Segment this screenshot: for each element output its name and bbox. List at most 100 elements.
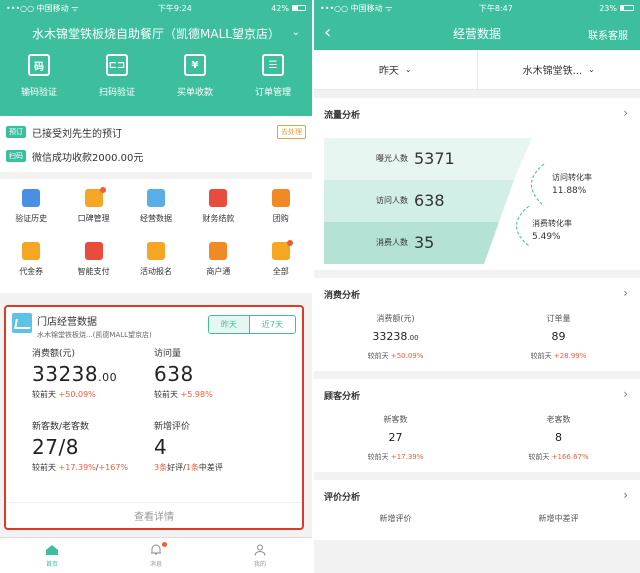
conversion-arc-visit [531, 163, 545, 207]
store-selector[interactable]: 水木锦堂铁板烧自助餐厅（凯德MALL望京店） ⌄ [0, 16, 312, 50]
feature-item[interactable]: 活动报名 [125, 238, 187, 291]
feature-item[interactable]: 智能支付 [62, 238, 124, 291]
segment-yesterday[interactable]: 昨天 [208, 316, 249, 333]
business-data-screen: •••○○ 中国移动 ᯤ 下午8:47 23% ‹ 经营数据 联系客服 昨天 ⌄ … [314, 0, 640, 573]
metric-label: 新增评价 [379, 514, 412, 523]
quick-action-collect-payment[interactable]: ¥ 买单收款 [156, 54, 234, 104]
funnel-label: 访问人数 [376, 195, 408, 205]
conversion-consume: 消费转化率 5.49% [532, 218, 572, 242]
notice-list: 预订 已接受刘先生的预订 去处理 扫码 微信成功收款2000.00元 [0, 116, 312, 172]
feature-label: 商户通 [206, 267, 231, 276]
chart-logo-icon [12, 313, 32, 333]
filter-bar: 昨天 ⌄ 水木锦堂铁... ⌄ [314, 50, 640, 90]
quick-action-label: 订单管理 [254, 88, 291, 98]
chevron-down-icon: ⌄ [404, 65, 412, 74]
user-icon [254, 544, 266, 556]
tab-messages[interactable]: 消息 [104, 538, 208, 573]
quick-action-label: 扫码验证 [98, 88, 135, 98]
scan-icon: ⊏⊐ [106, 54, 128, 76]
back-arrow-icon[interactable]: ‹ [324, 22, 331, 43]
feature-icon [84, 187, 106, 207]
conversion-label: 访问转化率 [552, 173, 592, 182]
review-section[interactable]: 评价分析 › 新增评价 新增中差评 [314, 480, 640, 540]
feature-item[interactable]: 商户通 [187, 238, 249, 291]
feature-label: 代金券 [19, 267, 44, 276]
feature-label: 经营数据 [139, 214, 172, 223]
metric-value: 638 [154, 362, 194, 386]
feature-icon [146, 189, 165, 207]
battery-icon [619, 5, 634, 11]
feature-item[interactable]: 经营数据 [125, 185, 187, 238]
card-title: 门店经营数据 [37, 317, 97, 328]
code-icon: 码 [28, 54, 50, 76]
tab-label: 首页 [45, 560, 58, 568]
handle-button[interactable]: 去处理 [277, 125, 306, 139]
consumption-section[interactable]: 消费分析 › 消费额(元) 33238.00 较前天 +50.09% 订单量 89 较前天… [314, 278, 640, 371]
notice-tag: 预订 [6, 126, 26, 138]
chevron-right-icon: › [623, 488, 628, 502]
traffic-section[interactable]: 流量分析 › 曝光人数 5371 访问人数 638 消费人数 35 访问转化率 … [314, 98, 640, 270]
period-toggle: 昨天 近7天 [207, 315, 296, 334]
feature-icon [209, 189, 228, 207]
store-filter[interactable]: 水木锦堂铁... ⌄ [476, 50, 640, 89]
feature-item[interactable]: 验证历史 [0, 185, 62, 238]
consumption-metrics: 消费额(元) 33238.00 较前天 +50.09% 订单量 89 较前天 +28.99… [314, 301, 640, 371]
date-filter[interactable]: 昨天 ⌄ [314, 50, 477, 89]
notice-tag: 扫码 [6, 150, 26, 162]
feature-item[interactable]: 全部 [250, 238, 312, 291]
feature-item[interactable]: 口碑管理 [62, 185, 124, 238]
metric-value: 33238.00 [372, 330, 419, 343]
feature-icon [271, 189, 290, 207]
funnel-label: 曝光人数 [376, 153, 408, 163]
contact-service-button[interactable]: 联系客服 [588, 27, 628, 42]
notice-item[interactable]: 扫码 微信成功收款2000.00元 [6, 144, 306, 168]
funnel-label: 消费人数 [376, 237, 408, 247]
segment-7days[interactable]: 近7天 [248, 316, 295, 333]
feature-item[interactable]: 团购 [250, 185, 312, 238]
feature-icon [209, 242, 228, 260]
metric: 访问量 638 较前天 +5.98% [154, 346, 276, 419]
chevron-right-icon: › [623, 387, 628, 401]
metric: 新增评价 4 3条好评/1条中差评 [154, 419, 276, 492]
notice-text: 微信成功收款2000.00元 [32, 152, 144, 164]
feature-item[interactable]: 财务结款 [187, 185, 249, 238]
status-bar: •••○○ 中国移动 ᯤ 下午8:47 23% [314, 0, 640, 16]
feature-item[interactable]: 代金券 [0, 238, 62, 291]
funnel-row: 消费人数 35 [324, 222, 434, 262]
badge-dot [99, 187, 106, 193]
conversion-arc-consume [516, 205, 530, 247]
metric-compare: 较前天 +50.09% [32, 390, 96, 399]
notice-item[interactable]: 预订 已接受刘先生的预订 去处理 [6, 120, 306, 144]
conversion-label: 消费转化率 [532, 219, 572, 228]
view-details-button[interactable]: 查看详情 [6, 502, 302, 528]
metric: 消费额(元) 33238.00 较前天 +50.09% [32, 346, 154, 419]
feature-label: 口碑管理 [77, 214, 110, 223]
metric-label: 消费额(元) [32, 349, 76, 359]
feature-icon [22, 189, 41, 207]
feature-label: 财务结款 [202, 214, 235, 223]
tab-label: 消息 [149, 560, 162, 568]
chevron-down-icon: ⌄ [291, 27, 300, 38]
quick-action-scan-verify[interactable]: ⊏⊐ 扫码验证 [78, 54, 156, 104]
page-title: 经营数据 [452, 26, 501, 41]
conversion-visit: 访问转化率 11.88% [552, 172, 592, 196]
metric-compare: 较前天 +28.99% [530, 352, 587, 360]
quick-action-label: 输码验证 [20, 88, 57, 98]
metric-label: 新客数 [383, 415, 408, 424]
metric-label: 订单量 [546, 314, 571, 323]
status-right: 23% [599, 4, 634, 13]
quick-action-order-manage[interactable]: ☰ 订单管理 [234, 54, 312, 104]
tab-bar: 首页 消息 我的 [0, 537, 312, 573]
clock: 下午8:47 [478, 3, 513, 13]
metric-compare: 较前天 +17.39% [367, 453, 424, 461]
funnel-row: 访问人数 638 [324, 180, 445, 220]
conversion-value: 5.49% [532, 232, 561, 242]
section-title: 流量分析 [324, 111, 361, 121]
customer-section[interactable]: 顾客分析 › 新客数 27 较前天 +17.39% 老客数 8 较前天 +166.67% [314, 379, 640, 472]
battery-icon [291, 5, 306, 11]
feature-label: 验证历史 [15, 214, 48, 223]
tab-mine[interactable]: 我的 [208, 538, 312, 573]
review-metrics: 新增评价 新增中差评 [314, 503, 640, 534]
quick-action-code-verify[interactable]: 码 输码验证 [0, 54, 78, 104]
tab-home[interactable]: 首页 [0, 538, 104, 573]
